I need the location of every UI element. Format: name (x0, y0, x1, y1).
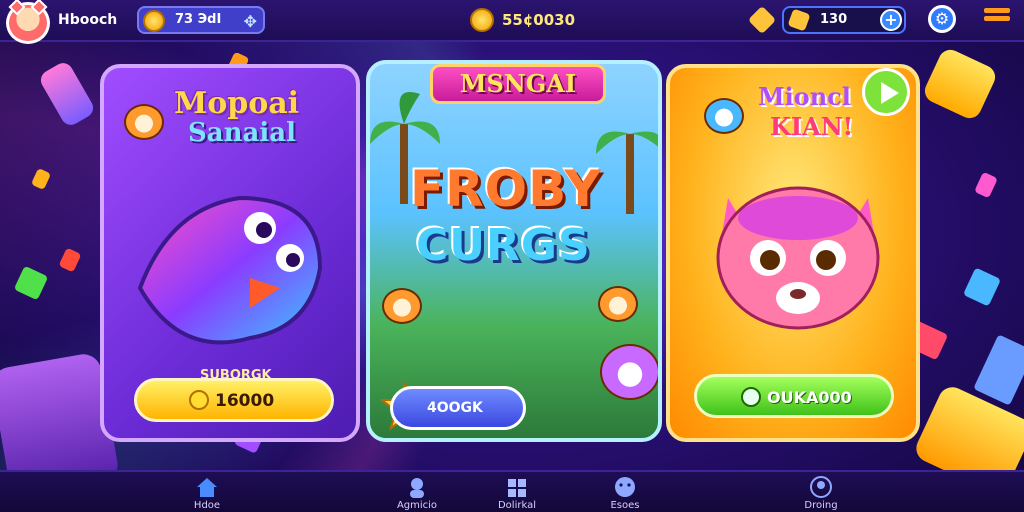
nav-profile[interactable]: Droing (786, 476, 856, 511)
right-card-title: Mioncl (758, 82, 851, 111)
menu-bar (984, 16, 1010, 21)
avatar-ear (30, 0, 48, 16)
player-avatar[interactable] (6, 0, 50, 44)
featured-banner: MSNGAI (430, 64, 606, 104)
game-logo-line2: CURGS (416, 220, 591, 271)
profile-icon (810, 476, 832, 498)
play-featured-button[interactable]: 4OOGK (390, 386, 526, 430)
buy-button-right[interactable]: OUKA000 (694, 374, 894, 418)
right-card-subtitle: KIAN! (770, 112, 854, 141)
gem-counter: 130 + (782, 6, 906, 34)
left-card-title: Mopoai (174, 86, 300, 121)
palm-tree-art (596, 131, 658, 214)
settings-button[interactable]: ⚙ (928, 5, 956, 33)
featured-game-card[interactable]: MSNGAI FROBY CURGS 4OOGK (366, 60, 662, 442)
blue-cat-icon (704, 98, 744, 134)
fox-character-icon (598, 286, 638, 322)
left-card-subtitle: Sanaial (188, 118, 296, 148)
nav-label: Esoes (610, 500, 640, 511)
nav-label: Dolirkal (497, 500, 536, 511)
nav-characters[interactable]: Agmicio (382, 476, 452, 511)
grid-icon: ✥ (243, 12, 257, 31)
center-currency-value: 55¢0030 (502, 11, 576, 29)
fox-character-icon (382, 288, 422, 324)
coin-icon (143, 10, 165, 32)
pink-cat-art (716, 186, 880, 330)
nav-puzzles[interactable]: Dolirkal (482, 476, 552, 511)
nav-home[interactable]: Hdoe (172, 476, 242, 511)
nav-label: Droing (804, 500, 838, 511)
buy-price: 16000 (215, 391, 275, 411)
menu-button[interactable] (984, 8, 1010, 30)
left-game-card[interactable]: Mopoai Sanaial SUBORGK 16000 (100, 64, 360, 442)
game-logo-line1: FROBY (410, 160, 602, 218)
cat-character-icon (124, 104, 164, 140)
right-game-card[interactable]: Mioncl KIAN! OUKA000 (666, 64, 920, 442)
bear-character-icon (600, 344, 658, 400)
puzzle-icon (508, 479, 526, 497)
coin-icon (189, 390, 209, 410)
bottom-navigation: Hdoe Agmicio Dolirkal Esoes Droing (0, 470, 1024, 512)
nav-social[interactable]: Esoes (590, 476, 660, 511)
menu-bar (984, 8, 1010, 13)
home-icon (197, 478, 217, 497)
rainbow-creature-art (137, 195, 323, 345)
coin-value: 73 ЭdI (175, 12, 222, 27)
smiley-icon (615, 477, 635, 497)
nav-label: Hdoe (193, 500, 221, 511)
coin-counter[interactable]: 73 ЭdI ✥ (137, 6, 265, 34)
add-gems-button[interactable]: + (880, 9, 902, 31)
gem-value: 130 (820, 12, 848, 27)
character-icon (410, 478, 424, 498)
featured-button-label: 4OOGK (427, 400, 483, 416)
right-button-label: OUKA000 (767, 388, 852, 407)
gem-icon (787, 8, 811, 32)
play-button[interactable] (862, 68, 910, 116)
gold-coin-icon (470, 8, 494, 32)
nav-label: Agmicio (396, 500, 438, 511)
buy-button-left[interactable]: 16000 (134, 378, 334, 422)
avatar-ear (8, 0, 26, 16)
token-icon (741, 387, 761, 407)
top-bar: Hbooch 73 ЭdI ✥ 55¢0030 130 + ⚙ (0, 0, 1024, 44)
gear-icon: ⚙ (934, 9, 950, 28)
gem-icon (747, 5, 777, 35)
player-name: Hbooch (58, 12, 118, 28)
